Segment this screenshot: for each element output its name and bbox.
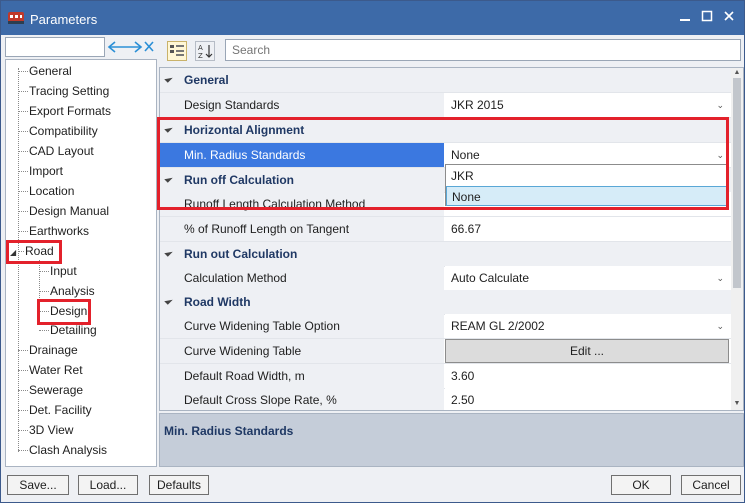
category-road-width[interactable]: Road Width bbox=[160, 290, 732, 315]
svg-text:Z: Z bbox=[198, 52, 203, 60]
tree-item-export-formats[interactable]: Export Formats bbox=[18, 102, 111, 120]
tree-item-drainage[interactable]: Drainage bbox=[18, 341, 78, 359]
collapse-triangle-icon[interactable] bbox=[164, 296, 173, 305]
alphabetical-sort-button[interactable]: A Z bbox=[195, 41, 215, 61]
description-title: Min. Radius Standards bbox=[164, 424, 294, 438]
property-row-design-standards[interactable]: Design Standards JKR 2015 ⌄ bbox=[160, 93, 732, 118]
scrollbar-thumb[interactable] bbox=[733, 78, 741, 288]
property-description-panel: Min. Radius Standards bbox=[159, 413, 744, 467]
property-name: Design Standards bbox=[160, 93, 444, 117]
parameters-window: Parameters General Tracing Setting Expor… bbox=[0, 0, 745, 503]
clear-filter-icon[interactable] bbox=[107, 37, 157, 57]
svg-text:A: A bbox=[198, 44, 203, 52]
ok-button[interactable]: OK bbox=[611, 475, 671, 495]
property-grid-scrollbar[interactable]: ▲ ▼ bbox=[731, 68, 743, 410]
tree-item-design-manual[interactable]: Design Manual bbox=[18, 202, 109, 220]
minimize-icon[interactable] bbox=[673, 6, 697, 28]
runoff-tangent-input[interactable]: 66.67 bbox=[445, 217, 732, 241]
save-button[interactable]: Save... bbox=[7, 475, 69, 495]
collapse-triangle-icon[interactable] bbox=[164, 74, 173, 83]
maximize-icon[interactable] bbox=[695, 6, 719, 28]
tree-item-compatibility[interactable]: Compatibility bbox=[18, 122, 98, 140]
property-name: Curve Widening Table Option bbox=[160, 314, 444, 338]
tree-item-3d-view[interactable]: 3D View bbox=[18, 421, 73, 439]
highlight-box-road bbox=[6, 240, 62, 264]
tree-item-earthworks[interactable]: Earthworks bbox=[18, 222, 89, 240]
property-row-curve-widening-option[interactable]: Curve Widening Table Option REAM GL 2/20… bbox=[160, 314, 732, 339]
categorized-icon bbox=[170, 45, 184, 56]
property-search-input[interactable] bbox=[225, 39, 741, 61]
property-row-default-cross-slope[interactable]: Default Cross Slope Rate, % 2.50 bbox=[160, 388, 732, 410]
tree-item-water-ret[interactable]: Water Ret bbox=[18, 361, 83, 379]
parameters-tree: General Tracing Setting Export Formats C… bbox=[5, 59, 157, 467]
tree-item-det-facility[interactable]: Det. Facility bbox=[18, 401, 92, 419]
tree-item-clash-analysis[interactable]: Clash Analysis bbox=[18, 441, 107, 459]
collapse-triangle-icon[interactable] bbox=[164, 248, 173, 257]
property-name: Default Road Width, m bbox=[160, 364, 444, 388]
design-standards-select[interactable]: JKR 2015 ⌄ bbox=[445, 93, 732, 117]
property-name: % of Runoff Length on Tangent bbox=[160, 217, 444, 241]
property-name: Calculation Method bbox=[160, 266, 444, 290]
tree-item-analysis[interactable]: Analysis bbox=[39, 282, 95, 300]
highlight-box-horizontal-alignment bbox=[157, 117, 729, 210]
tree-item-cad-layout[interactable]: CAD Layout bbox=[18, 142, 94, 160]
window-title: Parameters bbox=[30, 12, 98, 27]
category-run-out-calculation[interactable]: Run out Calculation bbox=[160, 242, 732, 267]
scroll-down-icon[interactable]: ▼ bbox=[732, 400, 742, 408]
property-row-default-road-width[interactable]: Default Road Width, m 3.60 bbox=[160, 364, 732, 389]
defaults-button[interactable]: Defaults bbox=[149, 475, 209, 495]
chevron-down-icon[interactable]: ⌄ bbox=[716, 93, 724, 117]
curve-widening-option-select[interactable]: REAM GL 2/2002 ⌄ bbox=[445, 314, 732, 338]
scroll-up-icon[interactable]: ▲ bbox=[732, 69, 742, 77]
chevron-down-icon[interactable]: ⌄ bbox=[716, 314, 724, 338]
default-road-width-input[interactable]: 3.60 bbox=[445, 364, 732, 388]
close-icon[interactable] bbox=[717, 6, 741, 28]
categorized-view-button[interactable] bbox=[167, 41, 187, 61]
category-general[interactable]: General bbox=[160, 68, 732, 93]
property-row-runoff-tangent[interactable]: % of Runoff Length on Tangent 66.67 bbox=[160, 217, 732, 242]
property-name: Default Cross Slope Rate, % bbox=[160, 388, 444, 410]
property-row-curve-widening-table[interactable]: Curve Widening Table Edit ... bbox=[160, 339, 732, 364]
property-row-calculation-method[interactable]: Calculation Method Auto Calculate ⌄ bbox=[160, 266, 732, 291]
cancel-button[interactable]: Cancel bbox=[681, 475, 741, 495]
calculation-method-select[interactable]: Auto Calculate ⌄ bbox=[445, 266, 732, 290]
property-name: Curve Widening Table bbox=[160, 339, 444, 363]
app-icon bbox=[8, 12, 24, 24]
property-toolbar: A Z bbox=[159, 37, 744, 65]
title-bar: Parameters bbox=[1, 1, 744, 35]
edit-curve-widening-button[interactable]: Edit ... bbox=[445, 339, 729, 363]
tree-item-general[interactable]: General bbox=[18, 62, 72, 80]
tree-item-input[interactable]: Input bbox=[39, 262, 77, 280]
chevron-down-icon[interactable]: ⌄ bbox=[716, 266, 724, 290]
sort-az-icon: A Z bbox=[198, 44, 213, 60]
tree-item-import[interactable]: Import bbox=[18, 162, 63, 180]
tree-item-tracing-setting[interactable]: Tracing Setting bbox=[18, 82, 109, 100]
highlight-box-design bbox=[37, 299, 91, 325]
load-button[interactable]: Load... bbox=[78, 475, 138, 495]
tree-item-sewerage[interactable]: Sewerage bbox=[18, 381, 83, 399]
tree-item-location[interactable]: Location bbox=[18, 182, 74, 200]
tree-filter-input[interactable] bbox=[5, 37, 105, 57]
default-cross-slope-input[interactable]: 2.50 bbox=[445, 388, 732, 410]
